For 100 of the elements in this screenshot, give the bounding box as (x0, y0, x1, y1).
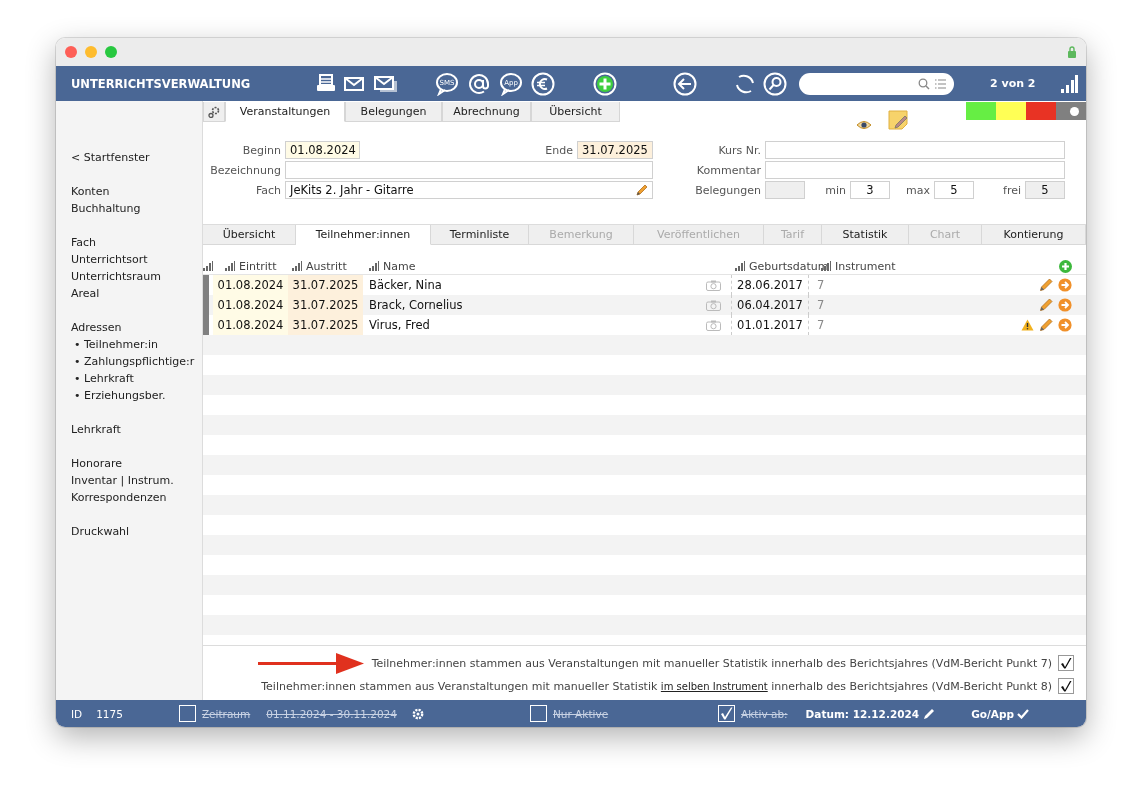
sidebar-item[interactable]: • Erziehungsber. (71, 387, 202, 404)
tab[interactable]: Terminliste (431, 225, 529, 245)
table-cell: 01.08.2024 (213, 295, 288, 315)
checkbox[interactable] (1058, 655, 1074, 671)
sidebar-item[interactable]: • Lehrkraft (71, 370, 202, 387)
pencil-icon[interactable] (1039, 318, 1053, 332)
date-range[interactable]: 01.11.2024 - 30.11.2024 (266, 707, 397, 720)
pencil-icon[interactable] (1039, 298, 1053, 312)
color-swatch[interactable] (1056, 102, 1086, 120)
table-cell: 01.08.2024 (213, 315, 288, 335)
sort-bars-icon[interactable] (369, 261, 379, 271)
pencil-icon[interactable] (1039, 278, 1053, 292)
field-label: max (905, 183, 931, 197)
input-field[interactable] (285, 161, 653, 179)
search-icon[interactable] (763, 71, 787, 96)
app-title: UNTERRICHTSVERWALTUNG (70, 76, 252, 91)
tab[interactable]: Kontierung (982, 225, 1086, 245)
column-header[interactable]: Eintritt (239, 259, 277, 273)
sidebar-item[interactable]: Fach (71, 234, 202, 251)
column-header[interactable]: Instrument (835, 259, 896, 273)
table-cell-text: Bäcker, Nina (368, 277, 442, 294)
field-label: Bezeichnung (209, 163, 282, 177)
input-field[interactable] (765, 181, 805, 199)
field-label: Ende (544, 143, 574, 157)
sort-bars-icon[interactable] (225, 261, 235, 271)
eye-icon[interactable] (856, 120, 872, 130)
euro-icon[interactable] (531, 71, 555, 96)
table-cell-text: Brack, Cornelius (368, 297, 463, 314)
color-swatch[interactable] (996, 102, 1026, 120)
check-icon[interactable] (1016, 708, 1029, 719)
record-counter: 2 von 2 (990, 77, 1036, 90)
note-icon[interactable] (888, 110, 908, 130)
settings-tab[interactable] (203, 102, 225, 122)
input-field[interactable] (765, 141, 1065, 159)
input-field[interactable]: 3 (850, 181, 890, 199)
sidebar-item[interactable]: Unterrichtsraum (71, 268, 202, 285)
column-header[interactable]: Austritt (306, 259, 347, 273)
filter-label[interactable]: Zeitraum (201, 707, 251, 720)
sidebar-item[interactable]: Adressen (71, 319, 202, 336)
sidebar-item[interactable]: Konten (71, 183, 202, 200)
sidebar-item[interactable]: Unterrichtsort (71, 251, 202, 268)
sidebar-item[interactable]: • Teilnehmer:in (71, 336, 202, 353)
tab[interactable]: Statistik (822, 225, 909, 245)
tab[interactable]: Belegungen (345, 102, 442, 122)
id-value: 1175 (96, 707, 123, 720)
filter-label[interactable]: Nur Aktive (552, 707, 609, 720)
sidebar-item[interactable]: Honorare (71, 455, 202, 472)
input-field[interactable]: 5 (934, 181, 974, 199)
search-field[interactable] (799, 72, 954, 95)
gear-icon[interactable] (410, 706, 425, 721)
tab[interactable]: Abrechnung (442, 102, 531, 122)
sidebar-item[interactable]: Buchhaltung (71, 200, 202, 217)
tab[interactable]: Übersicht (203, 225, 296, 245)
field-label: Kommentar (695, 163, 762, 177)
table-cell-text: 7 (816, 317, 826, 334)
sidebar-item[interactable]: Druckwahl (71, 523, 202, 540)
sidebar-item[interactable]: Lehrkraft (71, 421, 202, 438)
sort-bars-icon[interactable] (735, 261, 745, 271)
pencil-icon[interactable] (635, 183, 648, 197)
at-sign-icon[interactable] (467, 71, 491, 96)
search-icon (918, 77, 930, 90)
input-field[interactable]: 01.08.2024 (285, 141, 360, 159)
note-text: Teilnehmer:innen stammen aus Veranstaltungen mit manueller Statistik im selben Instrument innerhalb des Berichtsjahres (VdM-Bericht Punkt 8) (261, 679, 1052, 693)
color-swatch[interactable] (1026, 102, 1056, 120)
table-cell-text: 7 (816, 277, 826, 294)
input-field[interactable] (765, 161, 1065, 179)
tab[interactable]: Veranstaltungen (225, 102, 345, 122)
signal-bars-icon (1060, 73, 1078, 94)
table-cell-text: Virus, Fred (368, 317, 430, 334)
input-field[interactable]: JeKits 2. Jahr - Gitarre (285, 181, 653, 199)
sidebar-item[interactable]: < Startfenster (71, 149, 202, 166)
table-cell: 31.07.2025 (288, 315, 363, 335)
note-text: Teilnehmer:innen stammen aus Veranstaltungen mit manueller Statistik innerhalb des Berichtsjahres (VdM-Bericht Punkt 7) (371, 656, 1052, 670)
column-header[interactable]: Name (383, 259, 416, 273)
field-label: Belegungen (694, 183, 762, 197)
filter-label[interactable]: Aktiv ab: (741, 707, 788, 720)
sidebar-item[interactable]: Inventar | Instrum. (71, 472, 202, 489)
input-field[interactable]: 31.07.2025 (577, 141, 653, 159)
go-app-link[interactable]: Go/App (971, 707, 1014, 720)
window-control-button[interactable] (65, 46, 77, 58)
table-cell: 06.04.2017 (731, 295, 809, 315)
gears-icon (208, 105, 220, 118)
tab[interactable]: Übersicht (531, 102, 620, 122)
sort-bars-icon[interactable] (292, 261, 302, 271)
date-label: Datum: 12.12.2024 (805, 707, 920, 720)
field-label: frei (1002, 183, 1022, 197)
pencil-icon[interactable] (923, 707, 936, 720)
sidebar-item[interactable]: Areal (71, 285, 202, 302)
table-cell: 01.08.2024 (213, 275, 288, 295)
add-icon[interactable] (593, 71, 617, 96)
field-label: Fach (254, 183, 282, 197)
id-label: ID (71, 707, 83, 720)
sidebar-item[interactable]: Korrespondenzen (71, 489, 202, 506)
add-icon[interactable] (1059, 259, 1072, 273)
sidebar-item[interactable]: • Zahlungspflichtige:r (71, 353, 202, 370)
note-link[interactable]: im selben Instrument (660, 680, 768, 692)
color-swatch[interactable] (966, 102, 996, 120)
sort-bars-icon[interactable] (203, 261, 213, 271)
input-field[interactable]: 5 (1025, 181, 1065, 199)
checkbox[interactable] (1058, 678, 1074, 694)
